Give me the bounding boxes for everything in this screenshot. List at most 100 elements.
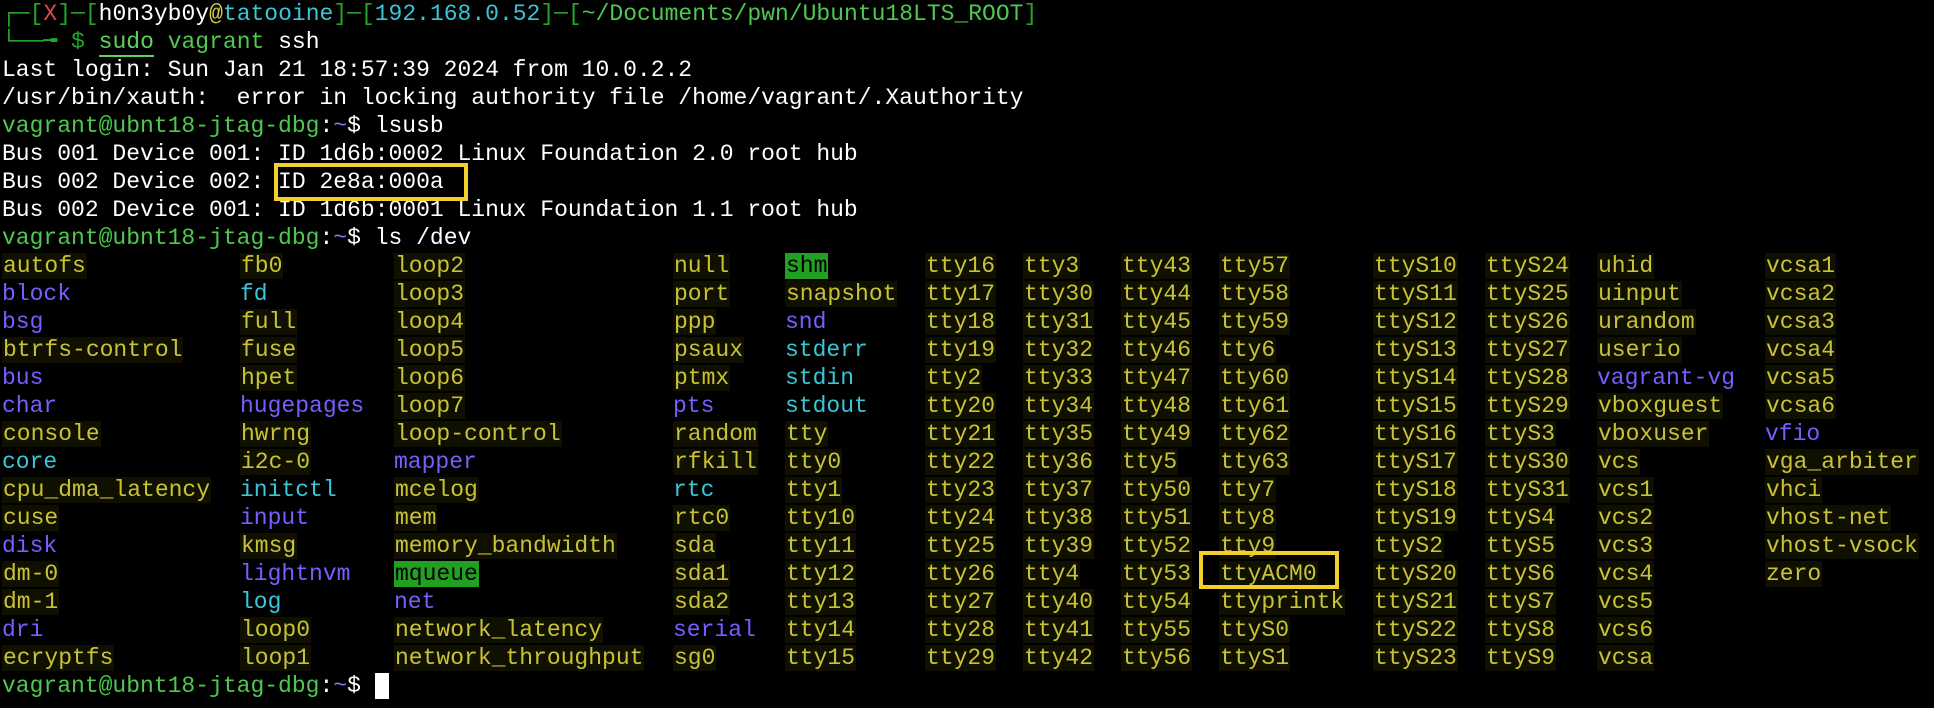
dev-entry-input: input — [240, 505, 310, 531]
prompt-dollar: $ — [347, 225, 375, 251]
dev-entry-tty57: tty57 — [1219, 253, 1291, 279]
dev-entry-tty63: tty63 — [1219, 449, 1291, 475]
dev-entry-tty28: tty28 — [925, 617, 997, 643]
dev-entry-snapshot: snapshot — [785, 281, 898, 307]
dev-entry-cuse: cuse — [2, 505, 60, 531]
dev-entry-tty45: tty45 — [1121, 309, 1193, 335]
dev-entry-tty40: tty40 — [1023, 589, 1095, 615]
dev-entry-tty33: tty33 — [1023, 365, 1095, 391]
dev-entry-tty4: tty4 — [1023, 561, 1081, 587]
dev-entry-stderr: stderr — [785, 337, 868, 363]
dev-entry-ppp: ppp — [673, 309, 717, 335]
dev-entry-pts: pts — [673, 393, 715, 419]
dev-entry-ttys6: ttyS6 — [1485, 561, 1557, 587]
prompt-arrow: └──╼ $ — [2, 29, 99, 55]
terminal-window[interactable]: ┌─[X]─[h0n3yb0y@tatooine]─[192.168.0.52]… — [0, 0, 1934, 708]
dev-entry-loop3: loop3 — [394, 281, 466, 307]
dev-entry-loop-control: loop-control — [394, 421, 562, 447]
dev-entry-block: block — [2, 281, 72, 307]
dev-entry-tty27: tty27 — [925, 589, 997, 615]
last-login-line: Last login: Sun Jan 21 18:57:39 2024 fro… — [2, 57, 693, 83]
dev-entry-rtc0: rtc0 — [673, 505, 731, 531]
prompt-at: @ — [209, 1, 223, 27]
dev-entry-ttys26: ttyS26 — [1485, 309, 1570, 335]
dev-entry-vboxuser: vboxuser — [1597, 421, 1710, 447]
prompt-path: ~/Documents/pwn/Ubuntu18LTS_ROOT — [581, 1, 1024, 27]
dev-entry-tty34: tty34 — [1023, 393, 1095, 419]
dev-entry-tty59: tty59 — [1219, 309, 1291, 335]
highlight-box-usb-id — [274, 163, 468, 201]
dev-entry-console: console — [2, 421, 101, 447]
dev-entry-stdin: stdin — [785, 365, 855, 391]
dev-entry-vagrant-vg: vagrant-vg — [1597, 365, 1736, 391]
dev-entry-ttys27: ttyS27 — [1485, 337, 1570, 363]
dev-entry-cpu-dma-latency: cpu_dma_latency — [2, 477, 212, 503]
dev-entry-mcelog: mcelog — [394, 477, 479, 503]
command-ls-dev: ls /dev — [374, 225, 472, 251]
dev-entry-ttys7: ttyS7 — [1485, 589, 1557, 615]
dev-entry-fuse: fuse — [240, 337, 298, 363]
dev-entry-tty12: tty12 — [785, 561, 857, 587]
dev-entry-mapper: mapper — [394, 449, 477, 475]
dev-entry-dri: dri — [2, 617, 44, 643]
dev-entry-ttys20: ttyS20 — [1373, 561, 1458, 587]
dev-entry-sda: sda — [673, 533, 717, 559]
dev-entry-vcsa1: vcsa1 — [1765, 253, 1837, 279]
prompt-cwd: ~ — [333, 113, 348, 139]
dev-entry-vcs6: vcs6 — [1597, 617, 1655, 643]
prompt-cwd: ~ — [333, 225, 348, 251]
dev-entry-loop0: loop0 — [240, 617, 312, 643]
dev-entry-tty61: tty61 — [1219, 393, 1291, 419]
prompt-user-host: vagrant@ubnt18-jtag-dbg — [2, 673, 320, 699]
dev-entry-vhost-net: vhost-net — [1765, 505, 1892, 531]
dev-entry-ttys8: ttyS8 — [1485, 617, 1557, 643]
dev-entry-tty47: tty47 — [1121, 365, 1193, 391]
dev-entry-tty44: tty44 — [1121, 281, 1193, 307]
dev-entry-bsg: bsg — [2, 309, 44, 335]
prompt-host: tatooine — [222, 1, 334, 27]
dev-entry-psaux: psaux — [673, 337, 745, 363]
dev-entry-urandom: urandom — [1597, 309, 1696, 335]
dev-entry-tty29: tty29 — [925, 645, 997, 671]
dev-entry-ttys3: ttyS3 — [1485, 421, 1557, 447]
dev-entry-ttys2: ttyS2 — [1373, 533, 1445, 559]
dev-entry-tty56: tty56 — [1121, 645, 1193, 671]
dev-entry-tty3: tty3 — [1023, 253, 1081, 279]
dev-entry-i2c-0: i2c-0 — [240, 449, 312, 475]
vagrant-prompt-final[interactable]: vagrant@ubnt18-jtag-dbg:~$ — [2, 672, 389, 700]
dev-entry-tty19: tty19 — [925, 337, 997, 363]
xauth-error-line: /usr/bin/xauth: error in locking authori… — [2, 85, 1024, 111]
dev-entry-ttys5: ttyS5 — [1485, 533, 1557, 559]
dev-entry-tty37: tty37 — [1023, 477, 1095, 503]
prompt-dollar: $ — [347, 113, 375, 139]
dev-entry-core: core — [2, 449, 58, 475]
dev-entry-vcsa6: vcsa6 — [1765, 393, 1837, 419]
dev-entry-ttys30: ttyS30 — [1485, 449, 1570, 475]
dev-entry-ttys21: ttyS21 — [1373, 589, 1458, 615]
dev-entry-tty8: tty8 — [1219, 505, 1277, 531]
dev-entry-vhost-vsock: vhost-vsock — [1765, 533, 1919, 559]
dev-entry-ttys23: ttyS23 — [1373, 645, 1458, 671]
dev-entry-bus: bus — [2, 365, 44, 391]
prompt-separator: ]─[ — [540, 1, 582, 27]
prompt-colon: : — [319, 113, 334, 139]
dev-entry-tty26: tty26 — [925, 561, 997, 587]
dev-entry-ttys18: ttyS18 — [1373, 477, 1458, 503]
dev-entry-loop5: loop5 — [394, 337, 466, 363]
dev-entry-tty55: tty55 — [1121, 617, 1193, 643]
prompt-cwd: ~ — [333, 673, 348, 699]
dev-entry-dm-1: dm-1 — [2, 589, 60, 615]
dev-entry-network-throughput: network_throughput — [394, 645, 645, 671]
dev-entry-fd: fd — [240, 281, 268, 307]
highlight-box-ttyacm0 — [1199, 551, 1339, 589]
dev-entry-autofs: autofs — [2, 253, 87, 279]
prompt-header-line: ┌─[X]─[h0n3yb0y@tatooine]─[192.168.0.52]… — [2, 0, 1037, 28]
dev-entry-rtc: rtc — [673, 477, 715, 503]
dev-entry-mem: mem — [394, 505, 438, 531]
command-lsusb: lsusb — [374, 113, 444, 139]
dev-entry-vcsa2: vcsa2 — [1765, 281, 1837, 307]
command-vagrant: vagrant — [153, 29, 265, 55]
dev-entry-port: port — [673, 281, 731, 307]
dev-entry-vfio: vfio — [1765, 421, 1821, 447]
vagrant-prompt-ls: vagrant@ubnt18-jtag-dbg:~$ ls /dev — [2, 224, 471, 252]
